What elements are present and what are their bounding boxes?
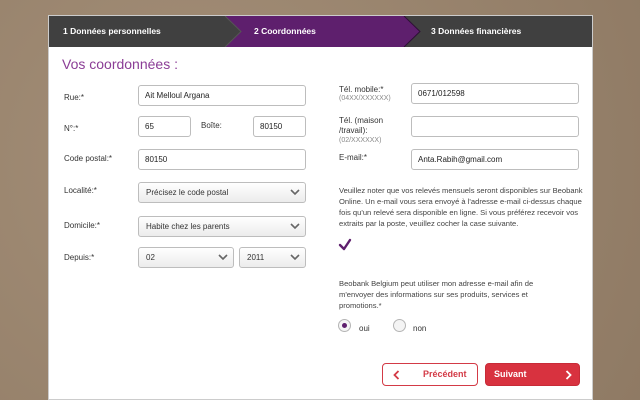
chevron-right-icon	[565, 370, 572, 380]
postal-code-label: Code postal:*	[64, 154, 113, 163]
home-phone-label-line2: /travail):	[339, 126, 368, 135]
chevron-down-icon	[290, 254, 300, 261]
next-button-label: Suivant	[494, 369, 527, 379]
previous-button-label: Précédent	[423, 369, 467, 379]
form-window: 1 Données personnelles 2 Coordonnées 3 D…	[48, 15, 593, 400]
locality-label: Localité:*	[64, 186, 97, 195]
number-label: N°:*	[64, 124, 79, 133]
step-progress-bar: 1 Données personnelles 2 Coordonnées 3 D…	[49, 16, 592, 47]
email-label: E-mail:*	[339, 153, 368, 162]
consent-no-label: non	[413, 324, 427, 333]
email-input[interactable]: Anta.Rabih@gmail.com	[411, 149, 579, 170]
consent-no-radio[interactable]	[393, 319, 406, 332]
step-1-personal-data[interactable]: 1 Données personnelles	[63, 16, 161, 47]
box-input[interactable]: 80150	[253, 116, 306, 137]
residence-label: Domicile:*	[64, 221, 101, 230]
since-year-select[interactable]: 2011	[239, 247, 306, 268]
box-label: Boîte:	[201, 121, 222, 130]
consent-yes-label: oui	[359, 324, 370, 333]
since-month-select[interactable]: 02	[138, 247, 234, 268]
locality-select-value: Précisez le code postal	[146, 188, 229, 197]
chevron-down-icon	[218, 254, 228, 261]
chevron-down-icon	[290, 223, 300, 230]
residence-select[interactable]: Habite chez les parents	[138, 216, 306, 237]
since-year-value: 2011	[247, 253, 265, 262]
step-3-financial-data[interactable]: 3 Données financières	[431, 16, 521, 47]
postal-code-input[interactable]: 80150	[138, 149, 306, 170]
mobile-input[interactable]: 0671/012598	[411, 83, 579, 104]
since-month-value: 02	[146, 253, 155, 262]
street-input[interactable]: Ait Melloul Argana	[138, 85, 306, 106]
residence-select-value: Habite chez les parents	[146, 222, 230, 231]
check-icon[interactable]	[338, 238, 352, 252]
number-input[interactable]: 65	[138, 116, 191, 137]
next-button[interactable]: Suivant	[485, 363, 580, 386]
previous-button[interactable]: Précédent	[382, 363, 478, 386]
since-label: Depuis:*	[64, 253, 95, 262]
email-consent-note: Beobank Belgium peut utiliser mon adress…	[339, 279, 534, 310]
mobile-label: Tél. mobile:*	[339, 85, 384, 94]
section-title: Vos coordonnées :	[62, 56, 178, 72]
mobile-hint: (04XX/XXXXXX)	[339, 95, 391, 102]
statements-note: Veuillez noter que vos relevés mensuels …	[339, 186, 583, 228]
step-2-contact-details[interactable]: 2 Coordonnées	[254, 16, 316, 47]
consent-yes-radio[interactable]	[338, 319, 351, 332]
chevron-left-icon	[393, 370, 400, 380]
home-phone-hint: (02/XXXXXX)	[339, 137, 382, 144]
locality-select[interactable]: Précisez le code postal	[138, 182, 306, 203]
home-phone-label-line1: Tél. (maison	[339, 116, 384, 125]
street-label: Rue:*	[64, 93, 85, 102]
chevron-down-icon	[290, 189, 300, 196]
home-phone-input[interactable]	[411, 116, 579, 137]
